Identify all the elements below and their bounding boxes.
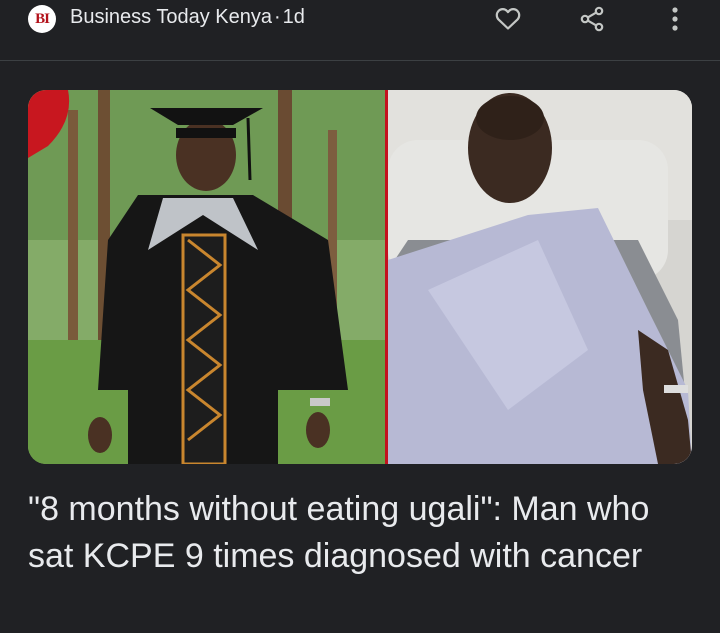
more-options-button[interactable] <box>658 2 692 36</box>
article-headline[interactable]: "8 months without eating ugali": Man who… <box>28 486 698 580</box>
news-card[interactable]: BI Business Today Kenya · 1d "8 months w… <box>0 0 720 633</box>
graduation-photo <box>28 90 385 464</box>
share-button[interactable] <box>575 2 609 36</box>
share-icon <box>580 6 604 32</box>
separator: · <box>273 6 281 28</box>
publisher-logo: BI <box>28 5 56 33</box>
more-vert-icon <box>672 7 678 31</box>
publisher-logo-text: BI <box>35 10 50 27</box>
graduation-photo-art <box>28 90 385 464</box>
post-age: 1d <box>282 6 305 28</box>
publisher-name[interactable]: Business Today Kenya <box>70 6 272 28</box>
article-image[interactable] <box>28 90 692 464</box>
source-line: Business Today Kenya · 1d <box>70 6 305 29</box>
heart-outline-icon <box>495 8 521 30</box>
favorite-button[interactable] <box>491 2 525 36</box>
header-divider <box>0 60 720 61</box>
hospital-photo-art <box>388 90 692 464</box>
card-header: BI Business Today Kenya · 1d <box>0 0 720 38</box>
hospital-photo <box>388 90 692 464</box>
